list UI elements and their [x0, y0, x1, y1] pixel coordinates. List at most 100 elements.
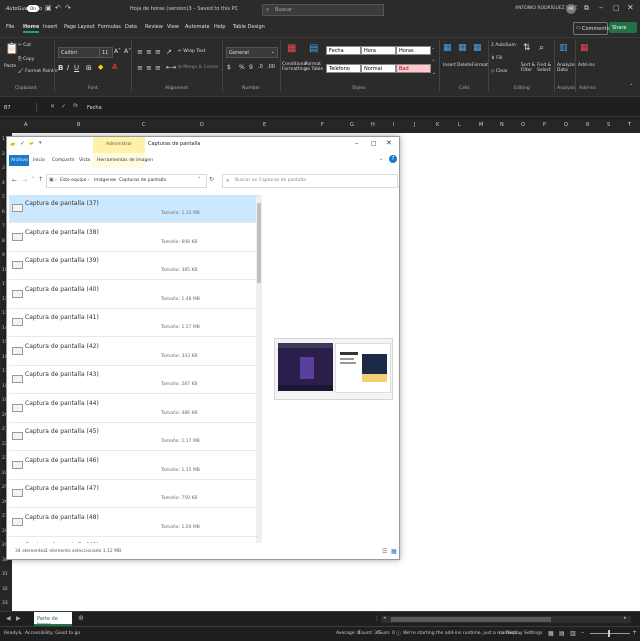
tab-compartir[interactable]: Compartir: [52, 158, 75, 163]
wrap-text-button[interactable]: ↵ Wrap Text: [178, 49, 205, 54]
avatar[interactable]: AR: [566, 4, 576, 14]
add-sheet-icon[interactable]: ⊕: [78, 614, 84, 622]
style-telefono[interactable]: Teléfono: [326, 64, 361, 73]
recent-dropdown-icon[interactable]: ˅: [32, 177, 35, 183]
font-color-icon[interactable]: A: [112, 63, 117, 71]
style-bad[interactable]: Bad: [396, 64, 431, 73]
address-bar[interactable]: ▣ › Este equipo › Imágenes › Capturas de…: [46, 174, 207, 188]
style-hora[interactable]: Hora: [361, 46, 396, 55]
column-header[interactable]: J: [414, 122, 415, 128]
column-header[interactable]: Q: [564, 122, 568, 128]
row-header[interactable]: 32: [2, 587, 8, 592]
scroll-right-icon[interactable]: ▸: [624, 615, 627, 621]
back-icon[interactable]: ←: [12, 177, 17, 184]
menu-table-design[interactable]: Table Design: [233, 24, 265, 30]
column-header[interactable]: R: [586, 122, 589, 128]
column-header[interactable]: M: [479, 122, 483, 128]
column-header[interactable]: D: [200, 122, 204, 128]
align-right-icon[interactable]: ≡: [155, 64, 161, 72]
column-header[interactable]: K: [436, 122, 439, 128]
list-item[interactable]: Captura de pantalla (37) Tamaño: 1,12 MB: [9, 195, 256, 223]
analyze-data-button[interactable]: ▥ Analyze Data: [557, 43, 575, 83]
tab-vista[interactable]: Vista: [79, 158, 90, 163]
column-header[interactable]: L: [458, 122, 461, 128]
comments-button[interactable]: ▭ Comments: [573, 22, 609, 35]
list-item[interactable]: Captura de pantalla (48) Tamaño: 1,04 MB: [9, 509, 256, 537]
style-normal[interactable]: Normal: [361, 64, 396, 73]
comma-icon[interactable]: 9: [249, 64, 253, 71]
column-header[interactable]: B: [77, 122, 80, 128]
number-format-select[interactable]: General ⌄: [226, 47, 278, 58]
scroll-up-icon[interactable]: ˄: [257, 194, 259, 199]
currency-icon[interactable]: $: [227, 64, 231, 71]
list-item[interactable]: Captura de pantalla (49): [9, 537, 256, 543]
delete-cells-button[interactable]: ▦ Delete: [457, 43, 472, 83]
styles-more-icon[interactable]: ⌄: [432, 70, 436, 76]
row-header[interactable]: 6: [2, 210, 5, 215]
addins-button[interactable]: ▦ Add-ins: [578, 43, 595, 83]
scrollbar-thumb[interactable]: [257, 203, 261, 283]
next-sheet-icon[interactable]: ▶: [16, 615, 21, 622]
maximize-icon[interactable]: □: [613, 4, 620, 12]
zoom-in-icon[interactable]: +: [632, 629, 637, 636]
menu-view[interactable]: View: [167, 24, 179, 30]
increase-decimal-icon[interactable]: .0: [258, 64, 263, 70]
column-header[interactable]: A: [24, 122, 27, 128]
align-middle-icon[interactable]: ≡: [146, 48, 152, 56]
save-icon[interactable]: ▣: [45, 4, 52, 12]
explorer-close-icon[interactable]: ✕: [386, 139, 392, 147]
display-settings-button[interactable]: Display Settings: [506, 631, 542, 636]
paste-button[interactable]: 📋 Paste: [4, 42, 19, 72]
details-view-icon[interactable]: ☰: [382, 548, 387, 555]
minimize-icon[interactable]: –: [599, 3, 603, 12]
normal-view-icon[interactable]: ▦: [548, 630, 554, 637]
row-header[interactable]: 2: [2, 152, 5, 157]
clear-button[interactable]: ◇ Clear: [491, 69, 508, 74]
cancel-icon[interactable]: ✕: [50, 103, 55, 110]
row-header[interactable]: 33: [2, 601, 8, 606]
fill-button[interactable]: ⬇ Fill: [491, 56, 502, 61]
prev-sheet-icon[interactable]: ◀: [6, 615, 11, 622]
sheet-tab-parte-de-horas[interactable]: Parte de horas: [34, 612, 72, 628]
find-select-button[interactable]: ⌕ Find & Select: [537, 43, 552, 83]
conditional-formatting-button[interactable]: ▦ Conditional Formatting: [282, 43, 307, 83]
function-icon[interactable]: fx: [73, 103, 78, 109]
menu-review[interactable]: Review: [145, 24, 163, 30]
format-cells-button[interactable]: ▦ Format: [472, 43, 488, 83]
column-header[interactable]: H: [371, 122, 375, 128]
column-header[interactable]: T: [628, 122, 631, 128]
column-header[interactable]: I: [393, 122, 394, 128]
indent-icon[interactable]: ⇤⇥: [166, 64, 176, 71]
autosave-toggle[interactable]: On: [27, 5, 39, 12]
close-icon[interactable]: ✕: [627, 3, 634, 12]
column-header[interactable]: E: [263, 122, 266, 128]
list-item[interactable]: Captura de pantalla (42) Tamaño: 343 KB: [9, 338, 256, 366]
italic-button[interactable]: I: [67, 64, 69, 72]
copy-button[interactable]: ⎘ Copy: [18, 56, 34, 62]
file-list-scrollbar[interactable]: ˄ ˅: [256, 194, 262, 543]
font-name-select[interactable]: Calibri: [58, 47, 100, 58]
format-as-table-button[interactable]: ▤ Format as Table: [305, 43, 325, 83]
column-header[interactable]: P: [543, 122, 546, 128]
fill-color-icon[interactable]: ◆: [98, 63, 103, 71]
underline-button[interactable]: U: [74, 64, 79, 72]
zoom-out-icon[interactable]: –: [581, 629, 584, 636]
list-item[interactable]: Captura de pantalla (38) Tamaño: 608 KB: [9, 224, 256, 252]
list-item[interactable]: Captura de pantalla (47) Tamaño: 759 KB: [9, 480, 256, 508]
style-horas[interactable]: Horas: [396, 46, 431, 55]
row-header[interactable]: 5: [2, 195, 5, 200]
horizontal-scrollbar[interactable]: ◂ ▸: [381, 615, 631, 623]
row-header[interactable]: 31: [2, 572, 8, 577]
row-header[interactable]: 3: [2, 166, 5, 171]
breadcrumb-este-equipo[interactable]: Este equipo: [60, 178, 87, 183]
menu-home[interactable]: Home: [23, 24, 40, 33]
merge-center-button[interactable]: ⊟ Merge & Center: [178, 65, 219, 70]
list-item[interactable]: Captura de pantalla (43) Tamaño: 287 KB: [9, 366, 256, 394]
align-center-icon[interactable]: ≡: [146, 64, 152, 72]
list-item[interactable]: Captura de pantalla (45) Tamaño: 1,17 MB: [9, 423, 256, 451]
zoom-slider[interactable]: [590, 630, 630, 637]
explorer-maximize-icon[interactable]: □: [371, 140, 377, 147]
tab-archivo[interactable]: Archivo: [9, 155, 29, 166]
new-folder-icon[interactable]: ▰: [29, 140, 34, 147]
bold-button[interactable]: B: [58, 64, 63, 72]
